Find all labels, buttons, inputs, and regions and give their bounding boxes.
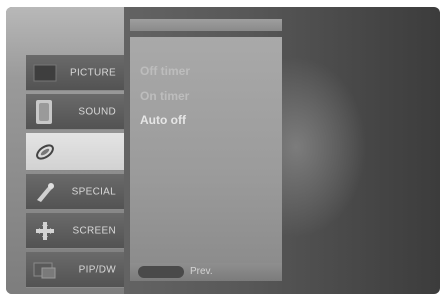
sidebar-item-timer[interactable] [26, 133, 124, 171]
tv-osd-screen: PICTURE SOUND SPECIAL SCREEN PIP/DW Off … [6, 7, 440, 294]
submenu-header [130, 19, 282, 31]
sidebar-item-picture[interactable]: PICTURE [26, 55, 124, 91]
sidebar-item-label: PICTURE [70, 67, 116, 78]
screen-icon [33, 220, 57, 242]
pip-icon [33, 259, 57, 281]
sidebar-item-pip[interactable]: PIP/DW [26, 252, 124, 288]
sidebar-item-sound[interactable]: SOUND [26, 94, 124, 130]
submenu-item-auto-off[interactable]: Auto off [140, 113, 186, 127]
prev-label: Prev. [190, 266, 213, 277]
prev-button[interactable] [138, 266, 184, 278]
sound-icon [33, 100, 57, 124]
submenu-item-off-timer[interactable]: Off timer [140, 64, 190, 78]
picture-icon [33, 62, 57, 84]
sidebar-item-special[interactable]: SPECIAL [26, 174, 124, 210]
menu-sidebar: PICTURE SOUND SPECIAL SCREEN PIP/DW [6, 7, 124, 294]
special-icon [33, 181, 57, 203]
footer-bar: Prev. [130, 263, 282, 281]
sidebar-item-label: SPECIAL [71, 186, 116, 197]
sidebar-item-label: SOUND [78, 106, 116, 117]
submenu-panel: Off timer On timer Auto off [130, 37, 282, 265]
timer-icon [34, 141, 58, 163]
submenu-item-on-timer[interactable]: On timer [140, 89, 189, 103]
sidebar-item-label: SCREEN [72, 225, 116, 236]
sidebar-item-label: PIP/DW [78, 264, 116, 275]
sidebar-item-screen[interactable]: SCREEN [26, 213, 124, 249]
